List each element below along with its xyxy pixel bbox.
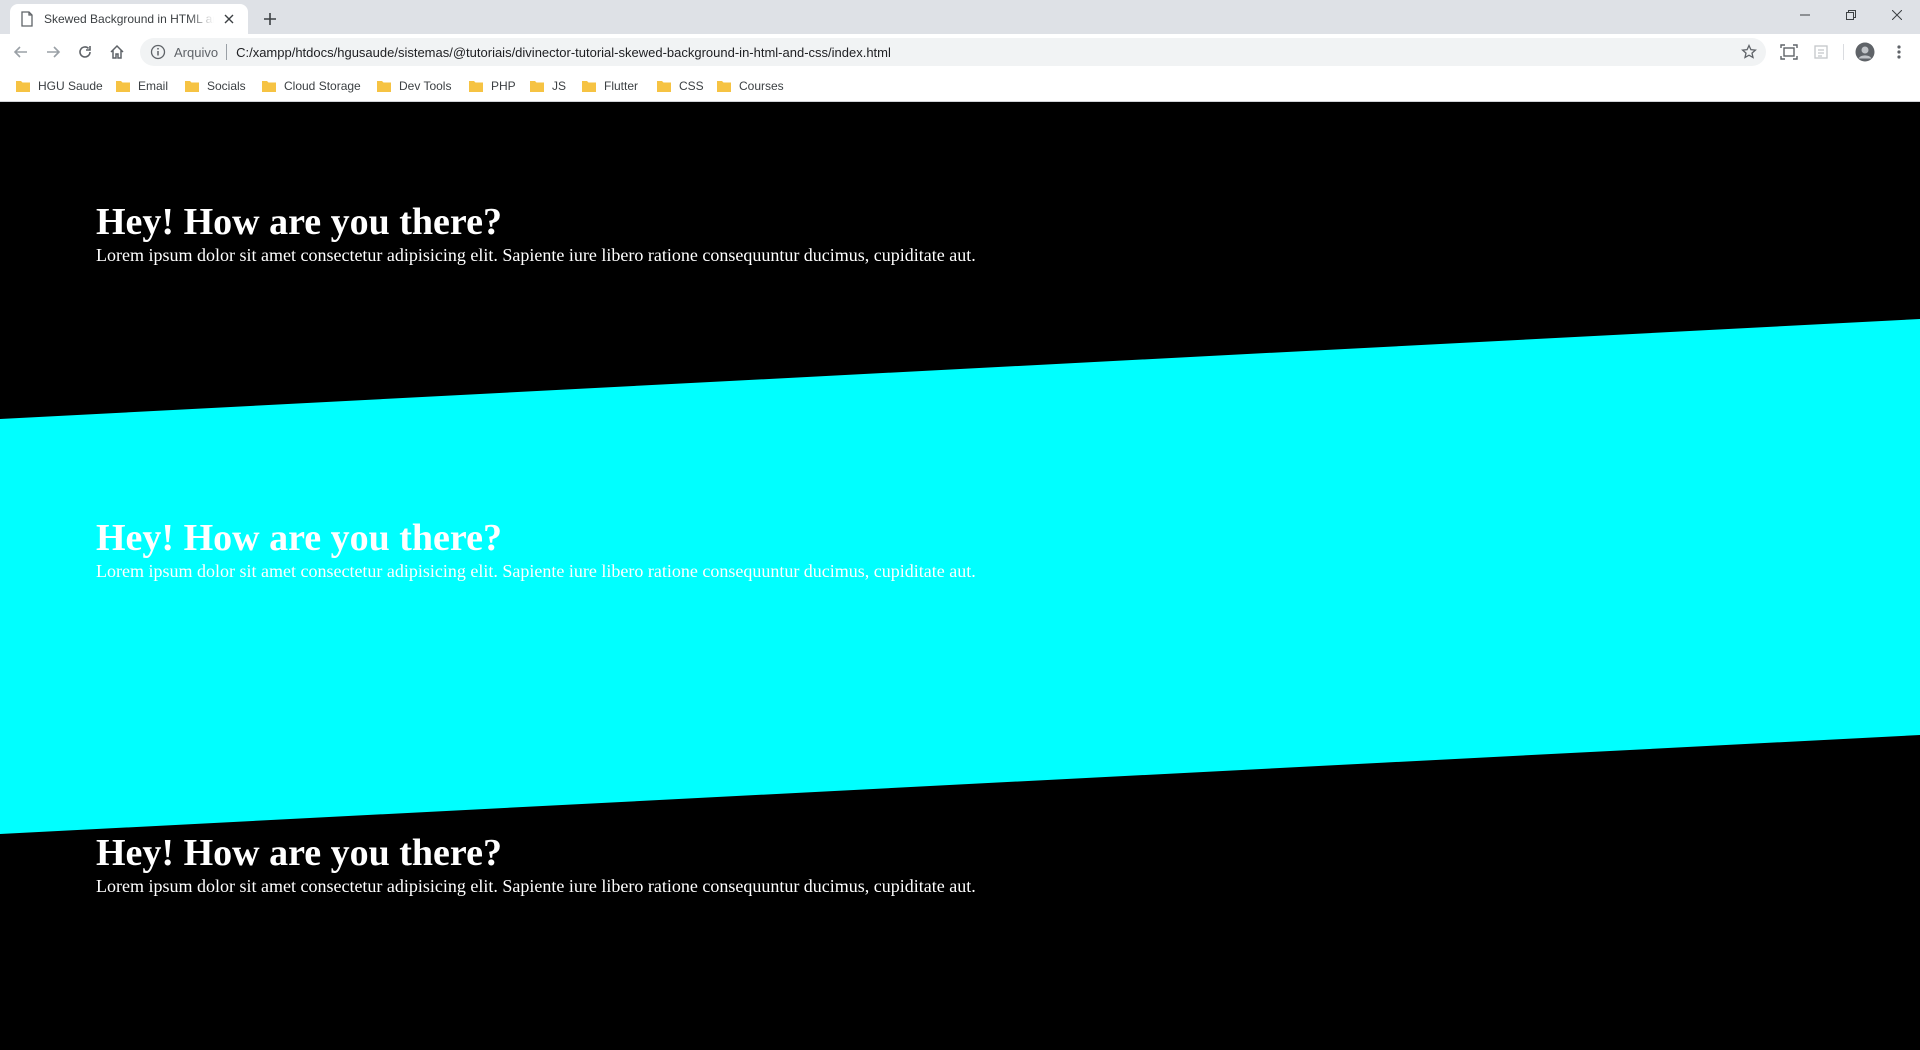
bookmark-email[interactable]: Email xyxy=(116,77,168,95)
section-bottom: Hey! How are you there? Lorem ipsum dolo… xyxy=(96,831,976,897)
bookmarks-bar: HGU Saude Email Socials Cloud Storage De… xyxy=(0,70,1920,102)
bookmark-label: JS xyxy=(552,79,567,93)
bookmark-dev-tools[interactable]: Dev Tools xyxy=(377,77,451,95)
close-window-button[interactable] xyxy=(1874,0,1920,30)
folder-icon xyxy=(530,81,544,92)
reload-button[interactable] xyxy=(72,39,98,65)
minimize-icon xyxy=(1800,14,1810,16)
back-button[interactable] xyxy=(8,39,34,65)
bookmark-flutter[interactable]: Flutter xyxy=(582,77,638,95)
bookmark-php[interactable]: PHP xyxy=(469,77,516,95)
page-viewport: Hey! How are you there? Lorem ipsum dolo… xyxy=(0,102,1920,1050)
folder-icon xyxy=(582,81,596,92)
page-icon xyxy=(21,11,33,27)
tab-active[interactable]: Skewed Background in HTML and CSS xyxy=(10,4,248,34)
bookmark-label: CSS xyxy=(679,79,704,93)
section-text: Lorem ipsum dolor sit amet consectetur a… xyxy=(96,245,976,265)
folder-icon xyxy=(262,81,276,92)
folder-icon xyxy=(657,81,671,92)
minimize-button[interactable] xyxy=(1782,0,1828,30)
bookmark-label: Socials xyxy=(207,79,246,93)
bookmark-label: Flutter xyxy=(604,79,639,93)
folder-icon xyxy=(717,81,731,92)
capture-icon xyxy=(1780,44,1798,60)
reload-icon xyxy=(79,46,91,58)
bookmark-css[interactable]: CSS xyxy=(657,77,704,95)
bookmark-socials[interactable]: Socials xyxy=(185,77,246,95)
section-heading: Hey! How are you there? xyxy=(96,517,502,559)
tab-strip: Skewed Background in HTML and CSS xyxy=(0,0,1920,34)
address-scheme-label: Arquivo xyxy=(174,44,219,60)
extension-icon xyxy=(1814,45,1828,59)
close-icon xyxy=(1892,10,1902,20)
plus-icon xyxy=(264,13,276,25)
bookmark-label: Dev Tools xyxy=(399,79,452,93)
restore-button[interactable] xyxy=(1828,0,1874,30)
section-text: Lorem ipsum dolor sit amet consectetur a… xyxy=(96,561,976,581)
restore-icon xyxy=(1846,10,1856,20)
browser-window: Skewed Background in HTML and CSS xyxy=(0,0,1920,1050)
bookmark-js[interactable]: JS xyxy=(530,77,566,95)
section-text: Lorem ipsum dolor sit amet consectetur a… xyxy=(96,876,976,896)
extension-button[interactable] xyxy=(1808,39,1834,65)
folder-icon xyxy=(377,81,391,92)
bookmark-label: Cloud Storage xyxy=(284,79,361,93)
screenshot-button[interactable] xyxy=(1776,39,1802,65)
bookmark-hgu-saude[interactable]: HGU Saude xyxy=(16,77,103,95)
profile-button[interactable] xyxy=(1852,39,1878,65)
section-top: Hey! How are you there? Lorem ipsum dolo… xyxy=(96,200,976,266)
close-tab-icon[interactable] xyxy=(220,10,238,28)
address-url[interactable]: C:/xampp/htdocs/hgusaude/sistemas/@tutor… xyxy=(236,45,891,60)
section-heading: Hey! How are you there? xyxy=(96,201,502,243)
arrow-left-icon xyxy=(13,46,27,58)
browser-toolbar: Arquivo C:/xampp/htdocs/hgusaude/sistema… xyxy=(0,34,1920,70)
info-icon[interactable] xyxy=(150,44,166,60)
avatar xyxy=(1855,42,1875,62)
folder-icon xyxy=(185,81,199,92)
new-tab-button[interactable] xyxy=(258,7,282,31)
section-middle: Hey! How are you there? Lorem ipsum dolo… xyxy=(96,516,976,582)
address-bar[interactable]: Arquivo C:/xampp/htdocs/hgusaude/sistema… xyxy=(140,38,1766,66)
bookmark-courses[interactable]: Courses xyxy=(717,77,784,95)
folder-icon xyxy=(116,81,130,92)
home-icon xyxy=(110,44,124,59)
folder-icon xyxy=(16,81,30,92)
bookmark-label: Email xyxy=(138,79,169,93)
menu-button[interactable] xyxy=(1886,39,1912,65)
folder-icon xyxy=(469,81,483,92)
tab-title: Skewed Background in HTML and CSS xyxy=(44,12,214,26)
bookmark-star-icon[interactable] xyxy=(1740,43,1758,61)
toolbar-divider xyxy=(1843,44,1844,60)
kebab-menu-icon xyxy=(1897,45,1901,59)
bookmark-cloud-storage[interactable]: Cloud Storage xyxy=(262,77,361,95)
address-separator xyxy=(226,44,228,60)
bookmark-label: Courses xyxy=(739,79,784,93)
bookmark-label: HGU Saude xyxy=(38,79,103,93)
home-button[interactable] xyxy=(104,39,130,65)
bookmark-label: PHP xyxy=(491,79,516,93)
forward-button[interactable] xyxy=(40,39,66,65)
arrow-right-icon xyxy=(47,46,61,58)
section-heading: Hey! How are you there? xyxy=(96,832,502,874)
